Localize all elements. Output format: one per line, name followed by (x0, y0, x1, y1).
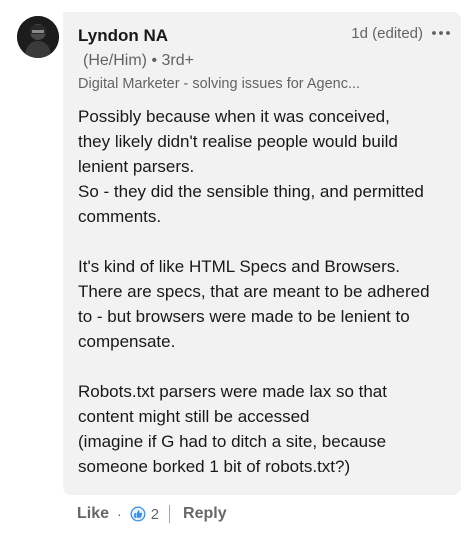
connection-degree: 3rd+ (161, 52, 194, 69)
comment-timestamp: 1d (edited) (351, 24, 423, 42)
comment-line: they likely didn't realise people would … (78, 132, 398, 151)
comment-paragraph: It's kind of like HTML Specs and Browser… (78, 254, 450, 354)
like-reaction-icon (130, 506, 146, 522)
comment-line: (imagine if G had to ditch a site, becau… (78, 432, 387, 451)
reaction-count: 2 (150, 505, 160, 523)
comment-line: comments. (78, 207, 162, 226)
avatar[interactable] (17, 16, 59, 58)
reactions-count-button[interactable]: 2 (130, 506, 159, 523)
comment-actions: Like · 2 Reply (77, 503, 227, 525)
comment-line: to - but browsers were made to be lenien… (78, 307, 410, 326)
comment-line: content might still be accessed (78, 407, 310, 426)
action-divider (169, 505, 171, 523)
reply-button[interactable]: Reply (183, 505, 227, 523)
comment-line: compensate. (78, 332, 176, 351)
more-horizontal-icon (432, 31, 450, 35)
action-separator: · (117, 506, 122, 522)
comment-paragraph: Robots.txt parsers were made lax so that… (78, 379, 450, 479)
like-button[interactable]: Like (77, 505, 109, 523)
connection-separator: • (151, 52, 162, 69)
author-subline: (He/Him) • 3rd+ (83, 52, 194, 70)
comment-bubble: Lyndon NA 1d (edited) (He/Him) • 3rd+ Di… (63, 12, 461, 495)
comment-line: Robots.txt parsers were made lax so that (78, 382, 387, 401)
more-options-button[interactable] (431, 23, 451, 43)
comment-meta: 1d (edited) (351, 23, 451, 43)
comment-line: Possibly because when it was conceived, (78, 107, 390, 126)
author-pronouns: (He/Him) (83, 52, 147, 69)
author-headline: Digital Marketer - solving issues for Ag… (78, 76, 361, 92)
comment-text: Possibly because when it was conceived, … (78, 104, 450, 479)
comment-line: lenient parsers. (78, 157, 195, 176)
author-name[interactable]: Lyndon NA (78, 26, 168, 46)
comment-line: So - they did the sensible thing, and pe… (78, 182, 424, 201)
comment-line: There are specs, that are meant to be ad… (78, 282, 430, 301)
comment-line: It's kind of like HTML Specs and Browser… (78, 257, 400, 276)
comment-paragraph: Possibly because when it was conceived, … (78, 104, 450, 229)
comment-line: someone borked 1 bit of robots.txt?) (78, 457, 351, 476)
